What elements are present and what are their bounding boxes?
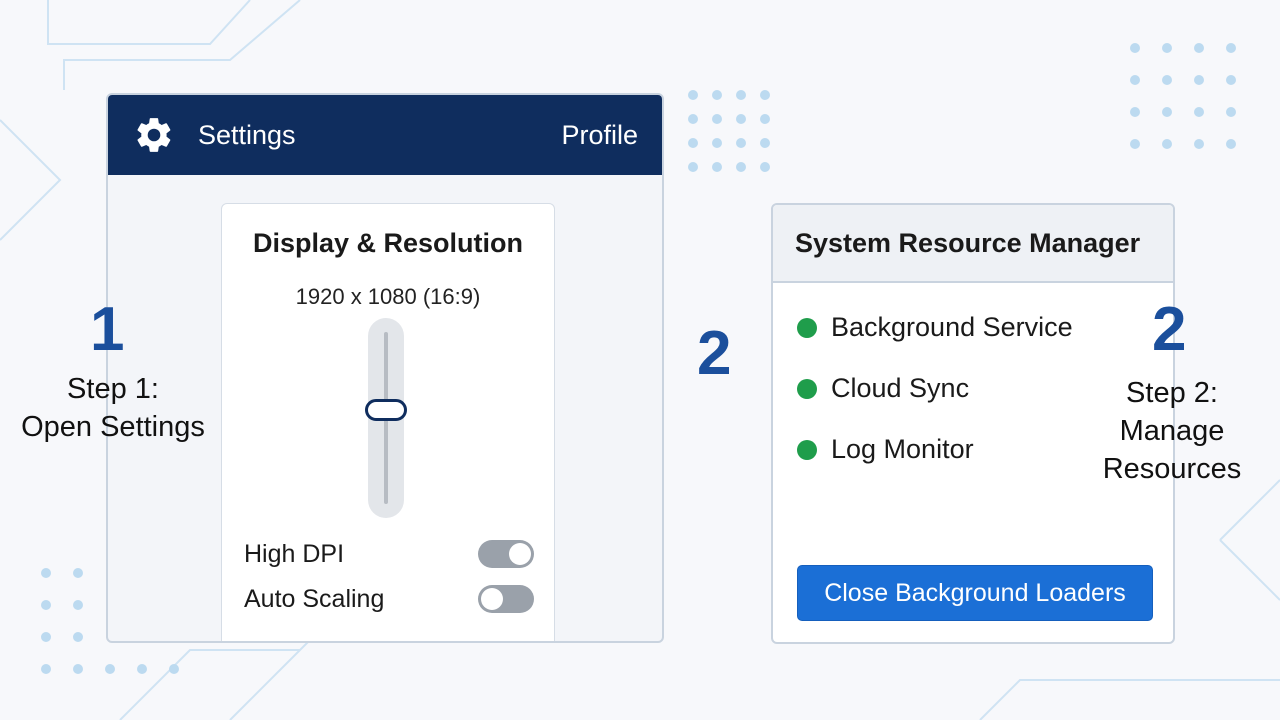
toggle-row-high-dpi: High DPI — [244, 539, 534, 569]
settings-title: Settings — [198, 119, 296, 150]
status-dot-icon — [797, 378, 817, 399]
dot-grid-top-right — [1130, 43, 1236, 149]
status-dot-icon — [797, 439, 817, 460]
toggle-knob — [509, 543, 531, 565]
step-2-line: Resources — [1102, 453, 1242, 485]
step-1-text: Step 1: Open Settings — [8, 370, 218, 446]
display-resolution-panel: Display & Resolution 1920 x 1080 (16:9) … — [221, 203, 555, 641]
panel-title: Display & Resolution — [252, 228, 524, 258]
auto-scaling-label: Auto Scaling — [244, 584, 385, 613]
service-item-cloud-sync[interactable]: Cloud Sync — [797, 373, 969, 404]
resolution-value: 1920 x 1080 (16:9) — [295, 284, 481, 309]
toggle-knob — [481, 588, 503, 610]
resolution-slider[interactable] — [365, 318, 407, 518]
toggle-row-auto-scaling: Auto Scaling — [244, 584, 534, 614]
profile-link[interactable]: Profile — [561, 120, 638, 151]
status-dot-icon — [797, 317, 817, 338]
dot-grid-top-center — [688, 90, 770, 172]
settings-header: Settings Profile — [108, 95, 662, 175]
resource-manager-header: System Resource Manager — [773, 205, 1173, 283]
step-1-line: Step 1: — [67, 373, 159, 405]
step-2-line: Manage — [1119, 415, 1225, 447]
gear-icon[interactable] — [132, 113, 176, 157]
service-label: Background Service — [831, 312, 1073, 342]
step-2-text: Step 2: Manage Resources — [1090, 374, 1254, 488]
settings-window: Settings Profile Display & Resolution 19… — [106, 93, 664, 643]
slider-thumb[interactable] — [365, 399, 407, 422]
close-background-loaders-button[interactable]: Close Background Loaders — [797, 565, 1153, 621]
step-1-number: 1 — [90, 295, 125, 364]
step-1-line: Open Settings — [21, 411, 205, 443]
service-label: Cloud Sync — [831, 373, 970, 403]
service-item-background-service[interactable]: Background Service — [797, 312, 1073, 343]
high-dpi-label: High DPI — [244, 539, 345, 568]
service-label: Log Monitor — [831, 434, 974, 464]
auto-scaling-toggle[interactable] — [478, 585, 534, 613]
step-2-number-middle: 2 — [697, 319, 732, 388]
resource-manager-title: System Resource Manager — [795, 227, 1141, 258]
high-dpi-toggle[interactable] — [478, 540, 534, 568]
service-item-log-monitor[interactable]: Log Monitor — [797, 434, 974, 465]
step-2-number-right: 2 — [1152, 295, 1187, 364]
step-2-line: Step 2: — [1126, 377, 1218, 409]
